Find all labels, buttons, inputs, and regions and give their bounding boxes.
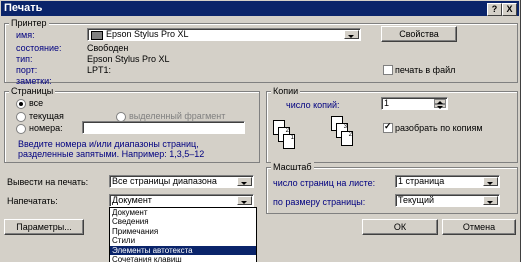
print-to-file-checkbox[interactable] — [383, 65, 393, 75]
current-page-label: текущая — [29, 111, 64, 121]
dropdown-option[interactable]: Документ — [110, 208, 256, 217]
ok-button[interactable]: ОК — [362, 219, 438, 235]
all-pages-radio[interactable] — [16, 99, 26, 109]
copies-count-value: 1 — [384, 98, 390, 108]
printer-group-label: Принтер — [9, 18, 49, 28]
dropdown-option-selected[interactable]: Элементы автотекста — [110, 245, 256, 255]
copies-spinner[interactable] — [434, 99, 446, 109]
page-numbers-input[interactable] — [82, 121, 245, 134]
current-page-radio[interactable] — [16, 112, 26, 122]
page-numbers-radio[interactable] — [16, 124, 26, 134]
dropdown-option[interactable]: Примечания — [110, 227, 256, 236]
print-type-dropdown-list: Документ Сведения Примечания Стили Элеме… — [109, 207, 257, 266]
print-type-combo[interactable]: Документ — [109, 194, 254, 207]
chevron-down-icon[interactable] — [237, 196, 252, 205]
printer-icon — [91, 31, 103, 40]
scale-value: Текущий — [398, 195, 434, 205]
chevron-down-icon[interactable] — [483, 196, 498, 205]
chevron-down-icon[interactable] — [483, 177, 498, 186]
printer-name-label: имя: — [16, 30, 35, 40]
all-pages-label: все — [29, 98, 44, 108]
chevron-down-icon[interactable] — [344, 30, 359, 39]
dropdown-option[interactable]: Стили — [110, 236, 256, 245]
pages-per-sheet-value: 1 страница — [398, 176, 445, 186]
type-value: Epson Stylus Pro XL — [87, 54, 170, 64]
options-button[interactable]: Параметры... — [4, 219, 84, 235]
copies-group-label: Копии — [271, 86, 301, 96]
notes-label: заметки: — [16, 76, 52, 86]
status-value: Свободен — [87, 43, 129, 53]
cancel-button[interactable]: Отмена — [442, 219, 516, 235]
page-numbers-label: номера: — [29, 123, 63, 133]
pages-hint-line1: Введите номера и/или диапазоны страниц, — [18, 139, 199, 149]
selection-label: выделенный фрагмент — [129, 111, 226, 121]
chevron-down-icon[interactable] — [237, 177, 252, 186]
print-type-value: Документ — [112, 195, 152, 205]
help-button[interactable]: ? — [487, 3, 502, 16]
spin-down-icon[interactable] — [434, 103, 446, 109]
background-area — [0, 262, 524, 274]
properties-button[interactable]: Свойства — [381, 26, 457, 42]
type-label: тип: — [16, 54, 33, 64]
print-what-value: Все страницы диапазона — [112, 176, 217, 186]
printer-name-combo[interactable]: Epson Stylus Pro XL — [87, 28, 361, 41]
pages-per-sheet-combo[interactable]: 1 страница — [395, 175, 500, 188]
scale-combo[interactable]: Текущий — [395, 194, 500, 207]
copies-count-input[interactable]: 1 — [381, 97, 448, 110]
port-label: порт: — [16, 65, 38, 75]
copies-count-label: число копий: — [286, 100, 340, 110]
dropdown-option[interactable]: Сведения — [110, 217, 256, 226]
print-what-label: Вывести на печать: — [7, 177, 89, 187]
pages-group-label: Страницы — [9, 86, 56, 96]
status-label: состояние: — [16, 43, 62, 53]
printer-name-value: Epson Stylus Pro XL — [106, 29, 189, 39]
print-dialog: Печать ? X Принтер имя: Epson Stylus Pro… — [0, 0, 521, 266]
print-type-label: Напечатать: — [7, 196, 58, 206]
print-what-combo[interactable]: Все страницы диапазона — [109, 175, 254, 188]
pages-per-sheet-label: число страниц на листе: — [273, 178, 376, 188]
zoom-group-label: Масштаб — [271, 162, 314, 172]
close-button[interactable]: X — [502, 3, 517, 16]
collate-label: разобрать по копиям — [395, 123, 483, 133]
port-value: LPT1: — [87, 65, 112, 75]
print-to-file-label: печать в файл — [395, 65, 456, 75]
scale-label: по размеру страницы: — [273, 197, 366, 207]
collate-checkbox[interactable] — [383, 121, 393, 133]
dialog-title: Печать — [4, 2, 43, 14]
pages-hint-line2: разделенные запятыми. Например: 1,3,5–12 — [18, 149, 205, 159]
title-bar: Печать ? X — [1, 1, 519, 16]
